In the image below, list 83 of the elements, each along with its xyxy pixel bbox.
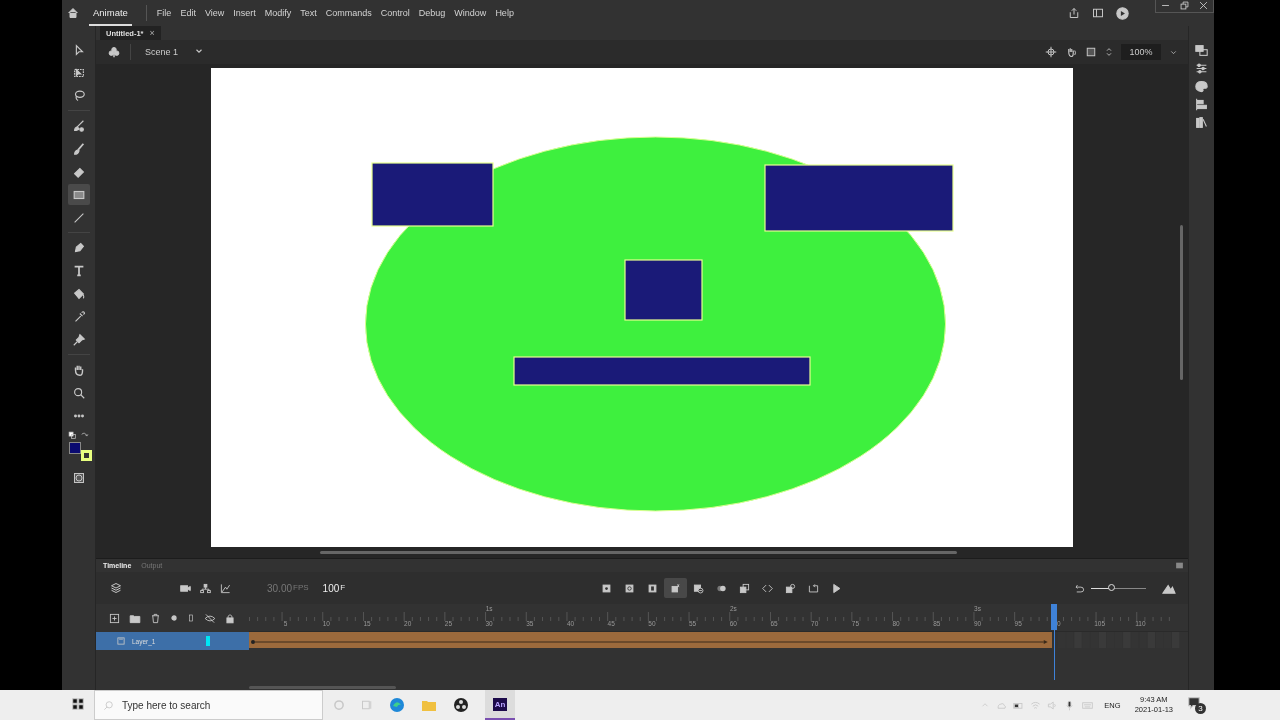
club-icon[interactable] xyxy=(108,46,120,58)
menu-item[interactable]: Commands xyxy=(325,8,372,18)
play-icon xyxy=(831,582,843,594)
home-icon[interactable] xyxy=(67,7,79,19)
tab-close[interactable]: × xyxy=(149,28,155,38)
panel-menu-icon[interactable] xyxy=(1175,560,1184,570)
copy-frames-icon xyxy=(785,582,797,594)
lock-icon[interactable] xyxy=(225,612,235,624)
reset-icon[interactable] xyxy=(1074,582,1085,594)
zoom-field[interactable]: 100% xyxy=(1121,44,1161,60)
menu-item[interactable]: File xyxy=(156,8,172,18)
menu-item[interactable]: Help xyxy=(495,8,514,18)
blank-keyframe-icon xyxy=(624,582,636,594)
auto-keyframe-button[interactable] xyxy=(664,578,688,598)
swap-colors-icon[interactable] xyxy=(80,431,89,440)
keyframe-icon xyxy=(601,582,613,594)
pin-icon xyxy=(71,332,86,347)
paint-bucket-icon xyxy=(71,286,86,301)
hierarchy-icon[interactable] xyxy=(200,582,211,594)
crosshair-icon[interactable] xyxy=(1045,46,1057,58)
notification-button[interactable]: 3 xyxy=(1187,696,1206,714)
graph-icon[interactable] xyxy=(220,582,231,594)
books-icon[interactable] xyxy=(1195,116,1208,129)
menu-item[interactable]: View xyxy=(204,8,225,18)
add-layer-icon[interactable] xyxy=(109,612,120,624)
play-icon[interactable] xyxy=(1116,6,1129,20)
paint-brush-icon xyxy=(71,118,86,133)
share-icon[interactable] xyxy=(1068,7,1080,19)
library-icon[interactable] xyxy=(1195,44,1208,57)
palette-icon[interactable] xyxy=(1195,80,1208,93)
rectangle-tool[interactable] xyxy=(67,184,90,205)
vertical-scrollbar[interactable] xyxy=(1180,225,1183,380)
browser-icon[interactable] xyxy=(389,697,405,713)
stroke-color-swatch[interactable] xyxy=(80,450,92,461)
trash-icon[interactable] xyxy=(150,612,161,624)
restore-icon[interactable] xyxy=(1179,0,1190,11)
menu-item[interactable]: Window xyxy=(454,8,487,18)
search-icon xyxy=(103,699,114,711)
stacked-frames-icon xyxy=(739,582,751,594)
record-app-icon[interactable] xyxy=(453,697,469,713)
menu-item[interactable]: Edit xyxy=(180,8,196,18)
folder-icon[interactable] xyxy=(129,612,141,624)
taskbar-app[interactable]: An xyxy=(485,690,515,720)
layer-outline-color[interactable] xyxy=(206,636,210,646)
object-drawing-icon[interactable] xyxy=(72,472,85,484)
windows-logo-icon[interactable] xyxy=(72,698,84,710)
scene-name[interactable]: Scene 1 xyxy=(145,47,179,57)
sliders-icon[interactable] xyxy=(1195,62,1208,75)
left-eye-rectangle[interactable] xyxy=(370,162,494,227)
remove-frame-icon xyxy=(693,582,705,594)
taskbar-search-field[interactable]: Type here to search xyxy=(94,690,323,720)
align-icon[interactable] xyxy=(1195,98,1208,111)
panel-icon[interactable] xyxy=(1092,7,1104,19)
close-icon[interactable] xyxy=(1198,0,1209,11)
hidden-eye-icon[interactable] xyxy=(204,612,216,624)
hand-rotate-icon[interactable] xyxy=(1065,46,1077,58)
menu-item[interactable]: Text xyxy=(300,8,317,18)
menu-item[interactable]: Modify xyxy=(264,8,292,18)
menu-item[interactable]: Control xyxy=(380,8,410,18)
nose-rectangle[interactable] xyxy=(623,259,703,321)
zoom-icon xyxy=(71,385,86,400)
diamond-arrows-icon xyxy=(762,582,774,594)
frame-icon xyxy=(647,582,659,594)
notification-icon xyxy=(1187,696,1201,710)
slider-thumb[interactable] xyxy=(1107,583,1115,591)
outline-icon[interactable] xyxy=(187,612,195,624)
mouth-rectangle[interactable] xyxy=(512,356,811,386)
camera-icon[interactable] xyxy=(180,582,191,594)
brush-icon xyxy=(71,141,86,156)
menu-item[interactable]: Debug xyxy=(418,8,446,18)
fill-color-swatch[interactable] xyxy=(68,442,81,454)
right-eye-rectangle[interactable] xyxy=(763,164,954,232)
horizontal-scrollbar[interactable] xyxy=(320,551,957,554)
layers-icon[interactable] xyxy=(110,582,122,594)
clip-icon[interactable] xyxy=(1085,46,1097,58)
dot-icon[interactable] xyxy=(170,614,178,622)
horizontal-scrollbar[interactable] xyxy=(249,686,396,689)
layer-icon xyxy=(116,636,126,646)
loop-icon xyxy=(808,582,820,594)
menu-item[interactable]: Insert xyxy=(233,8,256,18)
stepper-icon[interactable] xyxy=(1105,45,1113,59)
default-colors-icon[interactable] xyxy=(68,431,77,440)
auto-keyframe-icon xyxy=(670,582,682,594)
